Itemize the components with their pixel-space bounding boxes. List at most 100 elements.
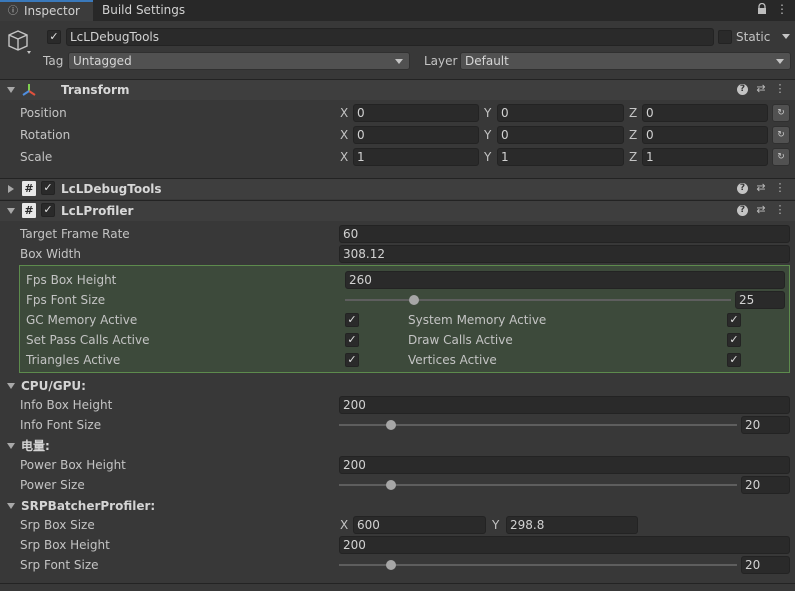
tab-build-settings-label: Build Settings xyxy=(102,3,186,17)
axis-y-label[interactable]: Y xyxy=(484,126,491,144)
rotation-z-input[interactable]: 0 xyxy=(642,126,768,144)
more-menu-icon[interactable]: ⋮ xyxy=(773,82,787,96)
scale-z-input[interactable]: 1 xyxy=(642,148,768,166)
scale-label: Scale xyxy=(20,150,53,164)
debug-tools-title: LcLDebugTools xyxy=(61,182,162,196)
profiler-enabled-checkbox[interactable]: ✓ xyxy=(41,203,55,217)
preset-sliders-icon[interactable]: ⇄ xyxy=(754,203,768,217)
cpu-gpu-section-title[interactable]: CPU/GPU: xyxy=(21,377,86,395)
axis-z-label[interactable]: Z xyxy=(629,104,637,122)
box-width-label: Box Width xyxy=(20,247,81,261)
scale-x-input[interactable]: 1 xyxy=(353,148,479,166)
position-x-input[interactable]: 0 xyxy=(353,104,479,122)
srp-box-height-input[interactable]: 200 xyxy=(339,536,790,554)
preset-sliders-icon[interactable]: ⇄ xyxy=(754,82,768,96)
foldout-closed-icon[interactable] xyxy=(8,185,14,193)
slider-knob[interactable] xyxy=(386,480,396,490)
more-menu-icon[interactable]: ⋮ xyxy=(773,181,787,195)
static-checkbox[interactable] xyxy=(718,30,732,44)
chevron-down-icon xyxy=(395,59,403,64)
script-icon: # xyxy=(22,181,36,196)
set-pass-label: Set Pass Calls Active xyxy=(26,333,150,347)
axis-x-label[interactable]: X xyxy=(340,516,348,534)
power-size-input[interactable]: 20 xyxy=(741,476,790,494)
draw-calls-label: Draw Calls Active xyxy=(408,333,513,347)
info-icon: ⓘ xyxy=(8,6,18,17)
box-width-input[interactable]: 308.12 xyxy=(339,245,790,263)
axis-x-label[interactable]: X xyxy=(340,148,348,166)
srp-font-size-slider[interactable] xyxy=(339,556,737,574)
tab-inspector[interactable]: ⓘ Inspector xyxy=(0,0,93,21)
reset-icon[interactable]: ↻ xyxy=(772,104,790,122)
transform-header[interactable]: Transform ? ⇄ ⋮ xyxy=(0,79,795,100)
slider-knob[interactable] xyxy=(409,295,419,305)
vertices-checkbox[interactable]: ✓ xyxy=(727,353,741,367)
profiler-title: LcLProfiler xyxy=(61,204,134,218)
info-box-height-input[interactable]: 200 xyxy=(339,396,790,414)
gameobject-cube-icon[interactable] xyxy=(6,28,32,56)
reset-icon[interactable]: ↻ xyxy=(772,148,790,166)
axis-y-label[interactable]: Y xyxy=(492,516,499,534)
foldout-open-icon[interactable] xyxy=(7,383,15,389)
power-box-height-input[interactable]: 200 xyxy=(339,456,790,474)
preset-sliders-icon[interactable]: ⇄ xyxy=(754,181,768,195)
position-z-input[interactable]: 0 xyxy=(642,104,768,122)
foldout-open-icon[interactable] xyxy=(7,443,15,449)
scale-y-input[interactable]: 1 xyxy=(497,148,624,166)
target-frame-rate-input[interactable]: 60 xyxy=(339,225,790,243)
debug-tools-enabled-checkbox[interactable]: ✓ xyxy=(41,181,55,195)
reset-icon[interactable]: ↻ xyxy=(772,126,790,144)
triangles-checkbox[interactable]: ✓ xyxy=(345,353,359,367)
layer-dropdown-value: Default xyxy=(465,54,509,68)
axis-z-label[interactable]: Z xyxy=(629,126,637,144)
layer-dropdown[interactable]: Default xyxy=(460,52,791,70)
axis-z-label[interactable]: Z xyxy=(629,148,637,166)
help-icon[interactable]: ? xyxy=(737,183,748,194)
axis-y-label[interactable]: Y xyxy=(484,148,491,166)
rotation-x-input[interactable]: 0 xyxy=(353,126,479,144)
help-icon[interactable]: ? xyxy=(737,205,748,216)
axis-y-label[interactable]: Y xyxy=(484,104,491,122)
triangles-label: Triangles Active xyxy=(26,353,121,367)
foldout-open-icon[interactable] xyxy=(7,87,15,93)
power-size-slider[interactable] xyxy=(339,476,737,494)
axis-x-label[interactable]: X xyxy=(340,104,348,122)
system-memory-checkbox[interactable]: ✓ xyxy=(727,313,741,327)
srp-font-size-input[interactable]: 20 xyxy=(741,556,790,574)
tag-dropdown[interactable]: Untagged xyxy=(68,52,410,70)
info-font-size-input[interactable]: 20 xyxy=(741,416,790,434)
foldout-open-icon[interactable] xyxy=(7,503,15,509)
active-checkbox[interactable]: ✓ xyxy=(47,30,61,44)
axis-x-label[interactable]: X xyxy=(340,126,348,144)
srp-box-y-input[interactable]: 298.8 xyxy=(506,516,638,534)
power-section-title[interactable]: 电量: xyxy=(21,437,50,455)
static-dropdown-caret[interactable] xyxy=(782,34,790,39)
help-icon[interactable]: ? xyxy=(737,84,748,95)
srp-section-title[interactable]: SRPBatcherProfiler: xyxy=(21,497,155,515)
set-pass-checkbox[interactable]: ✓ xyxy=(345,333,359,347)
slider-knob[interactable] xyxy=(386,560,396,570)
power-size-label: Power Size xyxy=(20,478,85,492)
foldout-open-icon[interactable] xyxy=(7,208,15,214)
fps-font-size-input[interactable]: 25 xyxy=(735,291,785,309)
tab-build-settings[interactable]: Build Settings xyxy=(93,0,188,21)
fps-box-height-input[interactable]: 260 xyxy=(345,271,785,289)
slider-knob[interactable] xyxy=(386,420,396,430)
srp-box-size-label: Srp Box Size xyxy=(20,518,95,532)
draw-calls-checkbox[interactable]: ✓ xyxy=(727,333,741,347)
srp-box-x-input[interactable]: 600 xyxy=(353,516,486,534)
fps-font-size-slider[interactable] xyxy=(345,291,731,309)
rotation-y-input[interactable]: 0 xyxy=(497,126,624,144)
info-font-size-slider[interactable] xyxy=(339,416,737,434)
debug-tools-header[interactable]: # ✓ LcLDebugTools ? ⇄ ⋮ xyxy=(0,178,795,199)
object-name-input[interactable]: LcLDebugTools xyxy=(66,28,714,46)
rotation-label: Rotation xyxy=(20,128,71,142)
script-icon: # xyxy=(22,203,36,218)
lock-icon[interactable] xyxy=(757,2,767,15)
more-menu-icon[interactable]: ⋮ xyxy=(776,2,788,16)
more-menu-icon[interactable]: ⋮ xyxy=(773,203,787,217)
profiler-header[interactable]: # ✓ LcLProfiler ? ⇄ ⋮ xyxy=(0,200,795,221)
gc-memory-checkbox[interactable]: ✓ xyxy=(345,313,359,327)
system-memory-label: System Memory Active xyxy=(408,313,547,327)
position-y-input[interactable]: 0 xyxy=(497,104,624,122)
